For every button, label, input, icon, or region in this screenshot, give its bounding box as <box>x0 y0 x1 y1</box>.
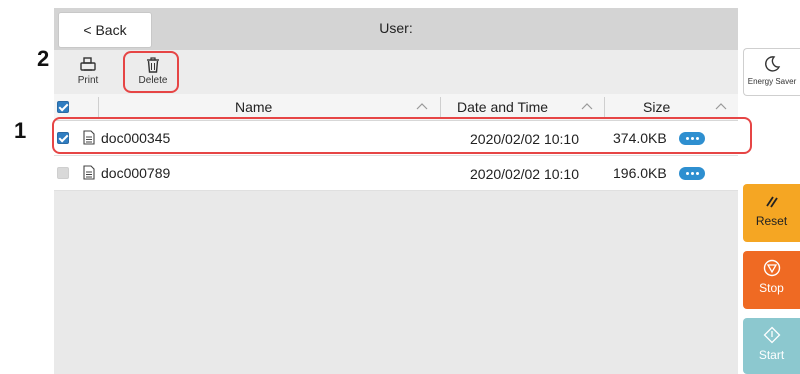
callout-number-2: 2 <box>37 46 50 71</box>
document-icon <box>83 165 95 180</box>
more-options-icon[interactable] <box>679 167 705 180</box>
sort-arrow-icon[interactable] <box>581 102 593 110</box>
table-row[interactable]: doc000789 2020/02/02 10:10 196.0KB <box>54 156 738 191</box>
file-date: 2020/02/02 10:10 <box>470 166 579 182</box>
energy-saver-button[interactable]: Energy Saver <box>743 48 800 96</box>
print-button[interactable]: Print <box>64 54 112 90</box>
stop-label: Stop <box>759 281 784 295</box>
stop-button[interactable]: Stop <box>743 251 800 309</box>
reset-button[interactable]: Reset <box>743 184 800 242</box>
reset-label: Reset <box>755 214 788 228</box>
header-bar: < Back User: <box>54 8 738 50</box>
file-size: 196.0KB <box>613 165 667 181</box>
start-icon <box>763 326 780 344</box>
column-divider <box>604 97 605 117</box>
file-name: doc000789 <box>101 165 171 181</box>
reset-icon <box>765 196 778 208</box>
column-divider <box>98 97 99 117</box>
sort-arrow-icon[interactable] <box>416 102 428 110</box>
callout-number-1: 1 <box>14 118 27 143</box>
start-label: Start <box>758 348 785 362</box>
start-button[interactable]: Start <box>743 318 800 374</box>
select-all-checkbox[interactable] <box>57 101 69 113</box>
moon-icon <box>765 56 781 72</box>
energy-saver-label: Energy Saver <box>747 77 797 86</box>
page-title: User: <box>379 20 413 36</box>
selected-row-highlight-frame <box>52 117 752 154</box>
print-icon <box>80 57 96 71</box>
print-label: Print <box>77 75 99 86</box>
sort-arrow-icon[interactable] <box>715 102 727 110</box>
stop-icon <box>763 259 780 277</box>
delete-highlight-frame <box>123 51 179 93</box>
row-checkbox[interactable] <box>57 167 69 179</box>
column-divider <box>440 97 441 117</box>
